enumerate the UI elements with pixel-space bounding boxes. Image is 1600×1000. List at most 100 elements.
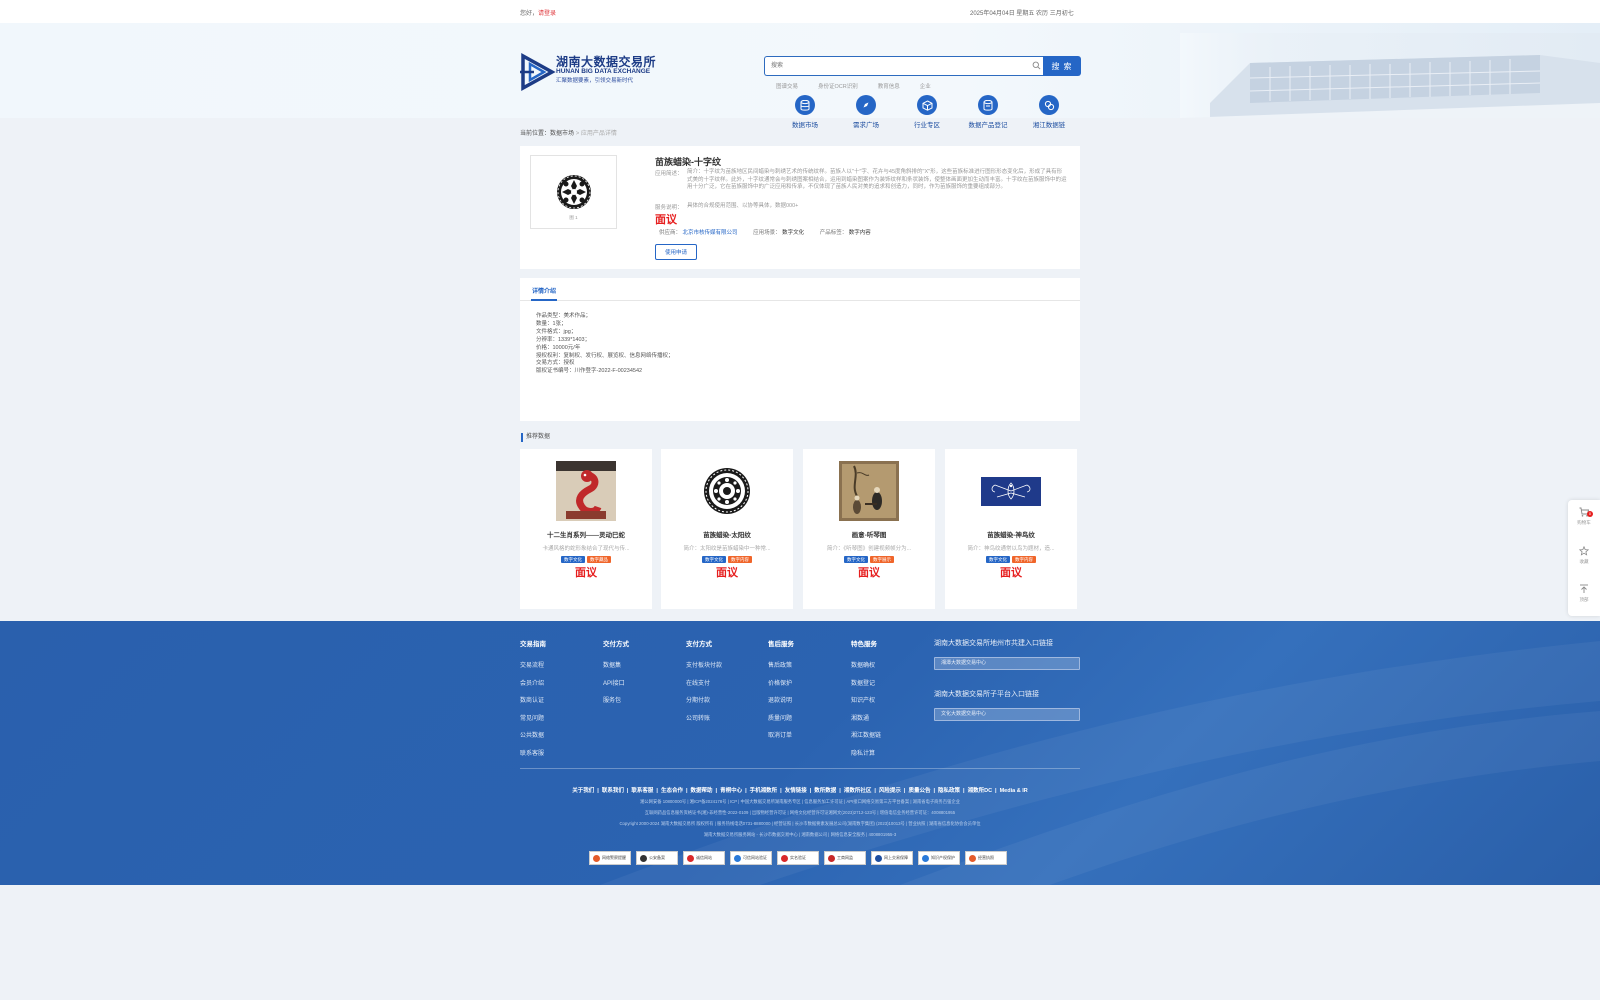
bottom-link[interactable]: 数据帮助 — [691, 788, 713, 794]
trust-badge[interactable]: 网上交易保障 — [871, 851, 913, 865]
footer-link[interactable]: 在线支付 — [686, 678, 722, 696]
trust-badge[interactable]: 工商网监 — [824, 851, 866, 865]
image-caption: 图 1 — [569, 215, 578, 220]
footer-link[interactable]: 公司转账 — [686, 713, 722, 731]
search-icon[interactable] — [1032, 61, 1041, 70]
footer-link[interactable]: 隐私计算 — [851, 748, 881, 766]
cart-button[interactable]: 0 购物车 — [1568, 507, 1600, 526]
footer-link[interactable]: API接口 — [603, 678, 629, 696]
nav-label: 行业专区 — [914, 122, 940, 129]
city-entry-select[interactable]: 湘潭大数据交易中心 — [934, 657, 1080, 670]
footer-link[interactable]: 分期付款 — [686, 695, 722, 713]
footer-link[interactable]: 售后政策 — [768, 660, 794, 678]
bottom-link[interactable]: 隐私政策 — [938, 788, 960, 794]
tab-detail-intro[interactable]: 详情介绍 — [531, 278, 557, 301]
recommend-price: 面议 — [716, 567, 738, 579]
footer-link[interactable]: 数商认证 — [520, 695, 546, 713]
footer-link[interactable]: 常见问题 — [520, 713, 546, 731]
footer-link[interactable]: 支付板块付款 — [686, 660, 722, 678]
footer-link[interactable]: 湘江数据链 — [851, 730, 881, 748]
recommend-card[interactable]: 十二生肖系列——灵动巳蛇 卡通风格的蛇形象结合了现代与传... 数字文化 数字藏品… — [520, 449, 652, 609]
hot-word[interactable]: 企业 — [920, 84, 931, 90]
provider-link[interactable]: 北京市核传媒有限公司 — [683, 230, 738, 236]
footer-link[interactable]: 数据登记 — [851, 678, 881, 696]
bottom-link[interactable]: 风险提示 — [879, 788, 901, 794]
exchange-logo-icon — [520, 53, 556, 91]
bottom-link[interactable]: 湘数所社区 — [844, 788, 872, 794]
footer-link[interactable]: 湘数通 — [851, 713, 881, 731]
footer-col-delivery: 交付方式 数据集 API接口 服务包 — [603, 638, 629, 713]
favorite-label: 收藏 — [1579, 559, 1589, 564]
bottom-link[interactable]: 青桐中心 — [720, 788, 742, 794]
bottom-link[interactable]: 质量公告 — [908, 788, 930, 794]
trust-badge[interactable]: 知识产权保护 — [918, 851, 960, 865]
license-icon — [969, 854, 976, 862]
footer-col-payment: 支付方式 支付板块付款 在线支付 分期付款 公司转账 — [686, 638, 722, 730]
bird-pattern-image — [981, 477, 1041, 506]
bottom-link[interactable]: 联系客服 — [631, 788, 653, 794]
product-thumbnail[interactable]: 图 1 — [530, 155, 617, 229]
hot-word[interactable]: 身份证OCR识别 — [818, 84, 858, 90]
search-button[interactable]: 搜 索 — [1043, 56, 1081, 76]
recommend-card[interactable]: 苗族蜡染-太阳纹 简介：太阳纹是苗族蜡染中一种常... 数字文化 数字内容 面议 — [661, 449, 793, 609]
nav-data-market[interactable]: 数据市场 — [775, 95, 835, 129]
bottom-link[interactable]: 联系我们 — [602, 788, 624, 794]
scene-value: 数字文化 — [782, 230, 805, 236]
trust-badge[interactable]: 经营执照 — [965, 851, 1007, 865]
trust-badge[interactable]: 诚信网站 — [683, 851, 725, 865]
trust-badge[interactable]: 实名验证 — [777, 851, 819, 865]
footer-link[interactable]: 数据确权 — [851, 660, 881, 678]
product-meta: 供应商： 北京市核传媒有限公司 应用场景： 数字文化 产品标签： 数字内容 — [659, 228, 885, 236]
nav-xiangjiang-chain[interactable]: 湘江数据链 — [1019, 95, 1079, 129]
nav-demand-square[interactable]: 需求广场 — [836, 95, 896, 129]
nav-product-register[interactable]: 数据产品登记 — [958, 95, 1018, 129]
footer-link[interactable]: 会员介绍 — [520, 678, 546, 696]
back-to-top-button[interactable]: 顶部 — [1568, 584, 1600, 603]
bottom-link[interactable]: 生态合作 — [661, 788, 683, 794]
bottom-link[interactable]: 关于我们 — [572, 788, 594, 794]
footer-link[interactable]: 取消订单 — [768, 730, 794, 748]
footer-link[interactable]: 质量问题 — [768, 713, 794, 731]
footer-link[interactable]: 价格保护 — [768, 678, 794, 696]
footer-copyright-line: Copyright 2000-2024 湖南大数据交易所 版权所有 | 服务热线… — [619, 821, 981, 826]
breadcrumb-data-market[interactable]: 数据市场 — [550, 131, 574, 137]
police-icon — [593, 854, 600, 862]
verify-icon — [781, 854, 788, 862]
footer: 交易指南 交易流程 会员介绍 数商认证 常见问题 公共数据 联系客服 交付方式 … — [0, 621, 1600, 885]
footer-link[interactable]: 联系客服 — [520, 748, 546, 766]
trust-badge[interactable]: 公安备案 — [636, 851, 678, 865]
footer-link[interactable]: 公共数据 — [520, 730, 546, 748]
arrow-up-icon — [1580, 584, 1588, 593]
logo[interactable]: 湖南大数据交易所 HUNAN BIG DATA EXCHANGE 汇聚数据要素，… — [520, 50, 665, 94]
intro-label: 应用简述： — [655, 171, 683, 177]
subplatform-entry-select[interactable]: 文化大数据交易中心 — [934, 708, 1080, 721]
footer-link[interactable]: 服务包 — [603, 695, 629, 713]
recommend-card[interactable]: 苗族蜡染-神鸟纹 简介：神鸟纹通常以鸟为题材，造... 数字文化 数字内容 面议 — [945, 449, 1077, 609]
footer-col-aftersale: 售后服务 售后政策 价格保护 退款说明 质量问题 取消订单 — [768, 638, 794, 748]
apply-button[interactable]: 使用申请 — [655, 244, 697, 260]
subplatform-entry-title: 湖南大数据交易所子平台入口链接 — [934, 691, 1039, 698]
bottom-link[interactable]: 数所数据 — [814, 788, 836, 794]
cart-count: 0 — [1587, 511, 1593, 517]
nav-industry-zone[interactable]: 行业专区 — [897, 95, 957, 129]
trust-badge[interactable]: 可信网站验证 — [730, 851, 772, 865]
bottom-link[interactable]: 手机湘数所 — [750, 788, 778, 794]
breadcrumb-sep: > — [574, 131, 581, 137]
bottom-link[interactable]: 湘数所DC — [968, 788, 992, 794]
hot-word[interactable]: 教育信息 — [878, 84, 900, 90]
login-link[interactable]: 请登录 — [538, 11, 556, 17]
footer-link[interactable]: 退款说明 — [768, 695, 794, 713]
recommend-card[interactable]: 画意-听琴图 简介：《听琴图》创建视频帧分为... 数字文化 数字展示 面议 — [803, 449, 935, 609]
favorite-button[interactable]: 收藏 — [1568, 546, 1600, 565]
hot-word[interactable]: 图谱交易 — [776, 84, 798, 90]
footer-link[interactable]: 交易流程 — [520, 660, 546, 678]
footer-col-title: 交付方式 — [603, 641, 629, 648]
footer-link[interactable]: 知识产权 — [851, 695, 881, 713]
footer-link[interactable]: 数据集 — [603, 660, 629, 678]
trust-badge[interactable]: 网络警察提醒 — [589, 851, 631, 865]
bottom-link[interactable]: Media & IR — [1000, 788, 1028, 794]
business-icon — [828, 854, 835, 862]
search-input[interactable] — [764, 56, 1044, 76]
tag-badge: 数字文化 — [561, 556, 585, 563]
bottom-link[interactable]: 友情链接 — [785, 788, 807, 794]
